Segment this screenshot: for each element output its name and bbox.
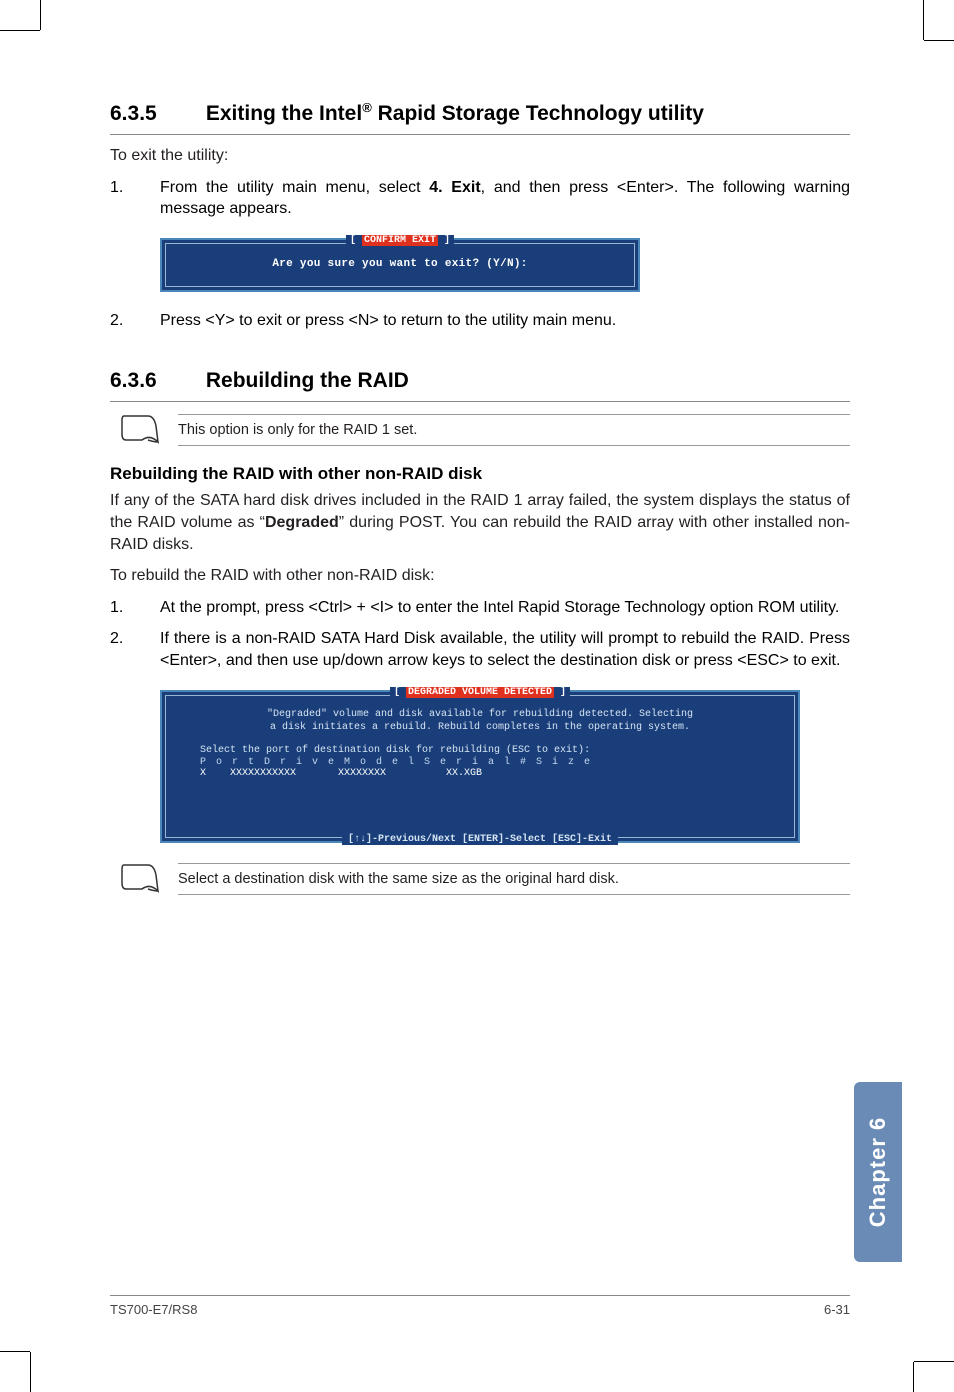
- degraded-title: [ DEGRADED VOLUME DETECTED ]: [390, 687, 570, 698]
- page-footer: TS700-E7/RS8 6-31: [110, 1295, 850, 1317]
- confirm-exit-console: [ CONFIRM EXIT ] Are you sure you want t…: [160, 238, 640, 292]
- step-text: From the utility main menu, select 4. Ex…: [160, 177, 850, 220]
- chapter-sidetab: Chapter 6: [854, 1082, 902, 1262]
- footer-left: TS700-E7/RS8: [110, 1302, 197, 1317]
- degraded-select: Select the port of destination disk for …: [182, 744, 778, 757]
- degraded-row: X XXXXXXXXXXX XXXXXXXX XX.XGB: [182, 768, 778, 779]
- list-item: 2. Press <Y> to exit or press <N> to ret…: [110, 310, 850, 332]
- note-2-text: Select a destination disk with the same …: [178, 863, 850, 895]
- section-636-para1: If any of the SATA hard disk drives incl…: [110, 490, 850, 555]
- degraded-volume-console: [ DEGRADED VOLUME DETECTED ] "Degraded" …: [160, 690, 800, 843]
- section-635-title-pre: Exiting the Intel: [206, 102, 362, 125]
- section-635-num: 6.3.5: [110, 102, 200, 126]
- step-number: 2.: [110, 628, 160, 671]
- sidetab-label: Chapter 6: [865, 1117, 891, 1227]
- step-number: 1.: [110, 177, 160, 220]
- section-635-title-post: Rapid Storage Technology utility: [372, 102, 704, 125]
- degraded-foot: [↑↓]-Previous/Next [ENTER]-Select [ESC]-…: [342, 834, 618, 845]
- list-item: 1. At the prompt, press <Ctrl> + <I> to …: [110, 597, 850, 619]
- page-content: 6.3.5 Exiting the Intel® Rapid Storage T…: [110, 100, 850, 913]
- confirm-text: Are you sure you want to exit? (Y/N):: [178, 258, 622, 270]
- step-text: At the prompt, press <Ctrl> + <I> to ent…: [160, 597, 850, 619]
- note-block-2: Select a destination disk with the same …: [120, 861, 850, 897]
- confirm-title: [ CONFIRM EXIT ]: [346, 235, 454, 246]
- section-636-subheading: Rebuilding the RAID with other non-RAID …: [110, 464, 850, 484]
- list-item: 2. If there is a non-RAID SATA Hard Disk…: [110, 628, 850, 671]
- section-636-num: 6.3.6: [110, 369, 200, 393]
- section-635-intro: To exit the utility:: [110, 145, 850, 167]
- note-1-text: This option is only for the RAID 1 set.: [178, 414, 850, 446]
- section-635-heading: 6.3.5 Exiting the Intel® Rapid Storage T…: [110, 100, 850, 126]
- section-636-steps: 1. At the prompt, press <Ctrl> + <I> to …: [110, 597, 850, 672]
- section-635-title-sup: ®: [362, 100, 372, 115]
- degraded-para: "Degraded" volume and disk available for…: [182, 708, 778, 734]
- note-icon: [120, 412, 164, 448]
- section-636-rule: [110, 401, 850, 402]
- footer-right: 6-31: [824, 1302, 850, 1317]
- step-text: If there is a non-RAID SATA Hard Disk av…: [160, 628, 850, 671]
- note-block-1: This option is only for the RAID 1 set.: [120, 412, 850, 448]
- step-text: Press <Y> to exit or press <N> to return…: [160, 310, 850, 332]
- degraded-hdr: P o r t D r i v e M o d e l S e r i a l …: [182, 757, 778, 768]
- section-635-rule: [110, 134, 850, 135]
- note-icon: [120, 861, 164, 897]
- step-number: 1.: [110, 597, 160, 619]
- list-item: 1. From the utility main menu, select 4.…: [110, 177, 850, 220]
- section-636-heading: 6.3.6 Rebuilding the RAID: [110, 369, 850, 393]
- section-636-para2: To rebuild the RAID with other non-RAID …: [110, 565, 850, 587]
- step-number: 2.: [110, 310, 160, 332]
- section-635-steps: 1. From the utility main menu, select 4.…: [110, 177, 850, 220]
- section-635-steps-2: 2. Press <Y> to exit or press <N> to ret…: [110, 310, 850, 332]
- section-636-title: Rebuilding the RAID: [206, 369, 409, 392]
